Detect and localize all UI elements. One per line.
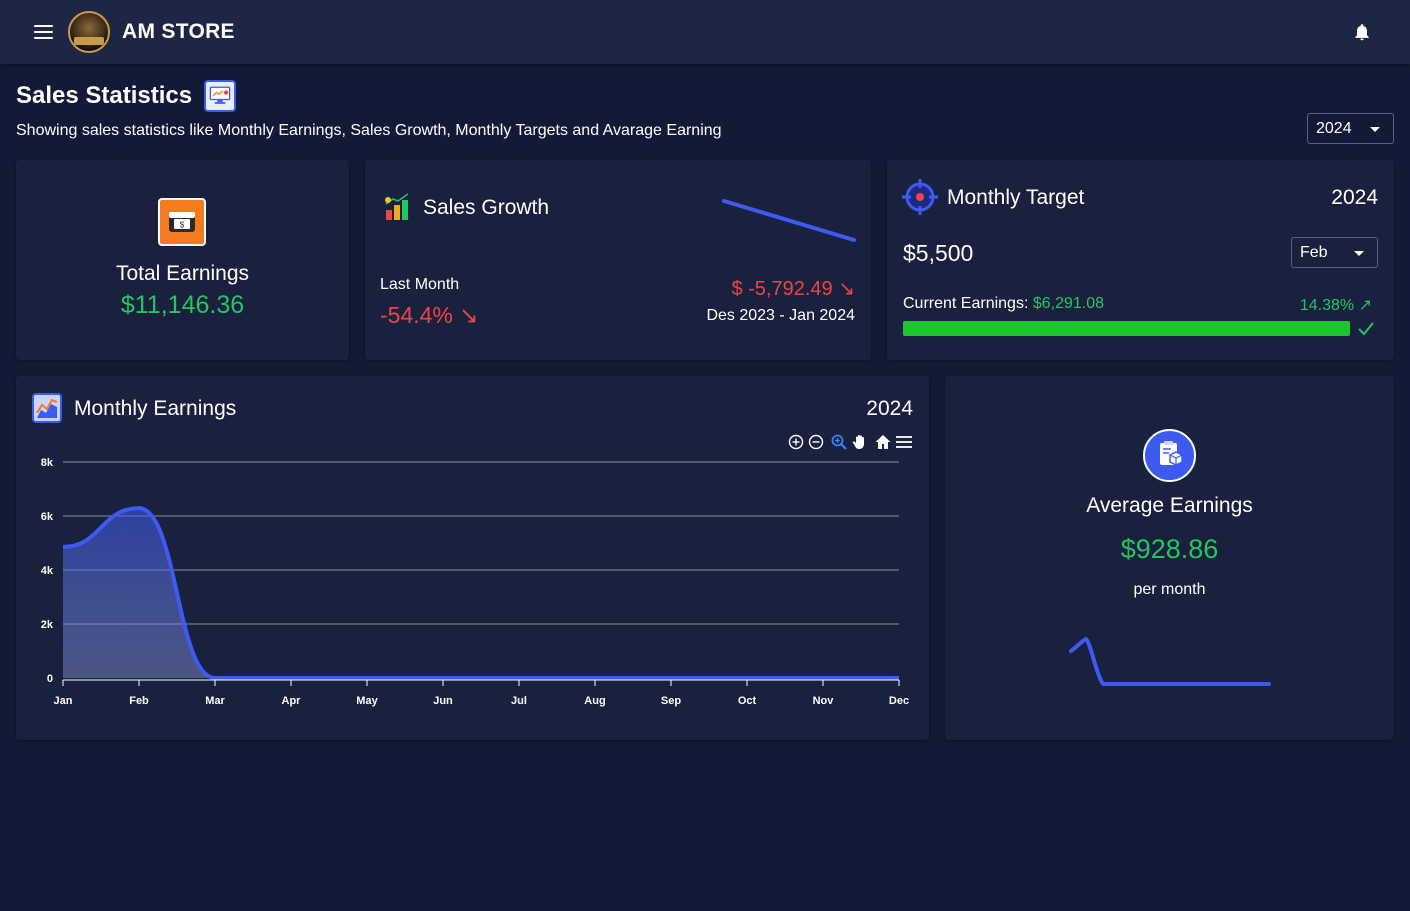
brand-name: AM STORE <box>122 20 235 43</box>
current-earnings-value: $6,291.08 <box>1032 295 1105 312</box>
y-tick-label: 8k <box>41 457 54 469</box>
arrow-down-right-icon: ↘ <box>459 302 479 328</box>
monthly-target-year: 2024 <box>1331 186 1378 209</box>
monthly-earnings-card: Monthly Earnings 2024 0 2k 4k 6k 8k Jan … <box>16 376 929 740</box>
sales-growth-percent: -54.4% ↘ <box>380 302 479 329</box>
year-select[interactable]: 2024 <box>1307 113 1394 144</box>
checkmark-icon <box>1358 322 1374 336</box>
x-tick-label: Sep <box>661 695 681 707</box>
hamburger-menu-icon[interactable] <box>34 25 53 39</box>
average-earnings-card: Average Earnings $928.86 per month <box>945 376 1394 740</box>
sales-growth-title: Sales Growth <box>423 196 550 219</box>
clipboard-box-icon <box>1143 429 1196 482</box>
notification-bell-icon[interactable] <box>1352 22 1372 42</box>
total-earnings-value: $11,146.36 <box>120 291 245 319</box>
sales-growth-difference: $ -5,792.49 ↘ <box>731 276 855 301</box>
y-tick-label: 4k <box>41 565 54 577</box>
x-tick-label: Mar <box>205 695 225 707</box>
bar-chart-growth-icon <box>385 193 409 220</box>
target-progress-fill <box>903 321 1350 336</box>
monthly-earnings-chart: 0 2k 4k 6k 8k Jan Feb Mar Apr May Jun Jul Aug Sep Oct N… <box>41 457 909 707</box>
x-tick-label: Jun <box>433 695 453 707</box>
x-tick-label: Dec <box>889 695 909 707</box>
x-tick-label: Jul <box>511 695 527 707</box>
wallet-money-icon: $ <box>158 198 206 246</box>
target-percent: 14.38% ↗ <box>1300 295 1372 315</box>
average-earnings-sparkline <box>1069 637 1271 686</box>
month-select[interactable]: Feb <box>1291 237 1378 268</box>
arrow-up-right-icon: ↗ <box>1358 297 1372 314</box>
x-tick-label: Jan <box>54 695 73 707</box>
target-percent-value: 14.38% <box>1299 297 1355 314</box>
last-month-label: Last Month <box>380 276 460 293</box>
average-earnings-subtext: per month <box>1133 581 1206 598</box>
total-earnings-label: Total Earnings <box>115 262 250 285</box>
year-select-value: 2024 <box>1316 120 1352 137</box>
total-earnings-card: $ Total Earnings $11,146.36 <box>16 160 349 360</box>
sales-growth-percent-value: -54.4% <box>380 302 453 328</box>
current-earnings: Current Earnings: $6,291.08 <box>903 295 1104 313</box>
monitor-stats-icon <box>204 80 236 112</box>
svg-text:$: $ <box>180 221 185 230</box>
sales-growth-difference-value: $ -5,792.49 <box>731 278 833 300</box>
target-crosshair-icon <box>902 179 938 215</box>
y-tick-label: 2k <box>41 619 54 631</box>
x-tick-label: Aug <box>584 695 605 707</box>
current-earnings-label: Current Earnings: <box>903 295 1029 312</box>
page-subtitle: Showing sales statistics like Monthly Ea… <box>16 122 722 139</box>
monthly-target-title: Monthly Target <box>947 186 1085 209</box>
x-tick-label: May <box>356 695 378 707</box>
average-earnings-title: Average Earnings <box>1086 494 1253 517</box>
chevron-down-icon <box>1354 251 1364 256</box>
area-fill <box>63 508 899 678</box>
store-logo <box>68 11 110 53</box>
month-select-value: Feb <box>1300 244 1328 261</box>
target-progress-bar <box>903 321 1350 336</box>
x-tick-label: Feb <box>129 695 149 707</box>
monthly-target-amount: $5,500 <box>903 240 974 266</box>
sales-growth-card: Sales Growth Last Month -54.4% ↘ $ -5,79… <box>365 160 871 360</box>
y-tick-label: 6k <box>41 511 54 523</box>
monthly-target-card: Monthly Target 2024 $5,500 Feb Current E… <box>887 160 1394 360</box>
x-tick-label: Apr <box>282 695 302 707</box>
page-title: Sales Statistics <box>16 82 193 109</box>
top-app-bar: AM STORE <box>0 0 1410 64</box>
x-tick-label: Nov <box>813 695 835 707</box>
average-earnings-value: $928.86 <box>1120 534 1219 564</box>
chevron-down-icon <box>1370 127 1380 132</box>
arrow-down-right-icon: ↘ <box>838 278 855 300</box>
y-tick-label: 0 <box>47 673 53 685</box>
sales-growth-date-range: Des 2023 - Jan 2024 <box>706 307 855 324</box>
x-tick-label: Oct <box>738 695 757 707</box>
sales-growth-sparkline <box>722 199 856 242</box>
